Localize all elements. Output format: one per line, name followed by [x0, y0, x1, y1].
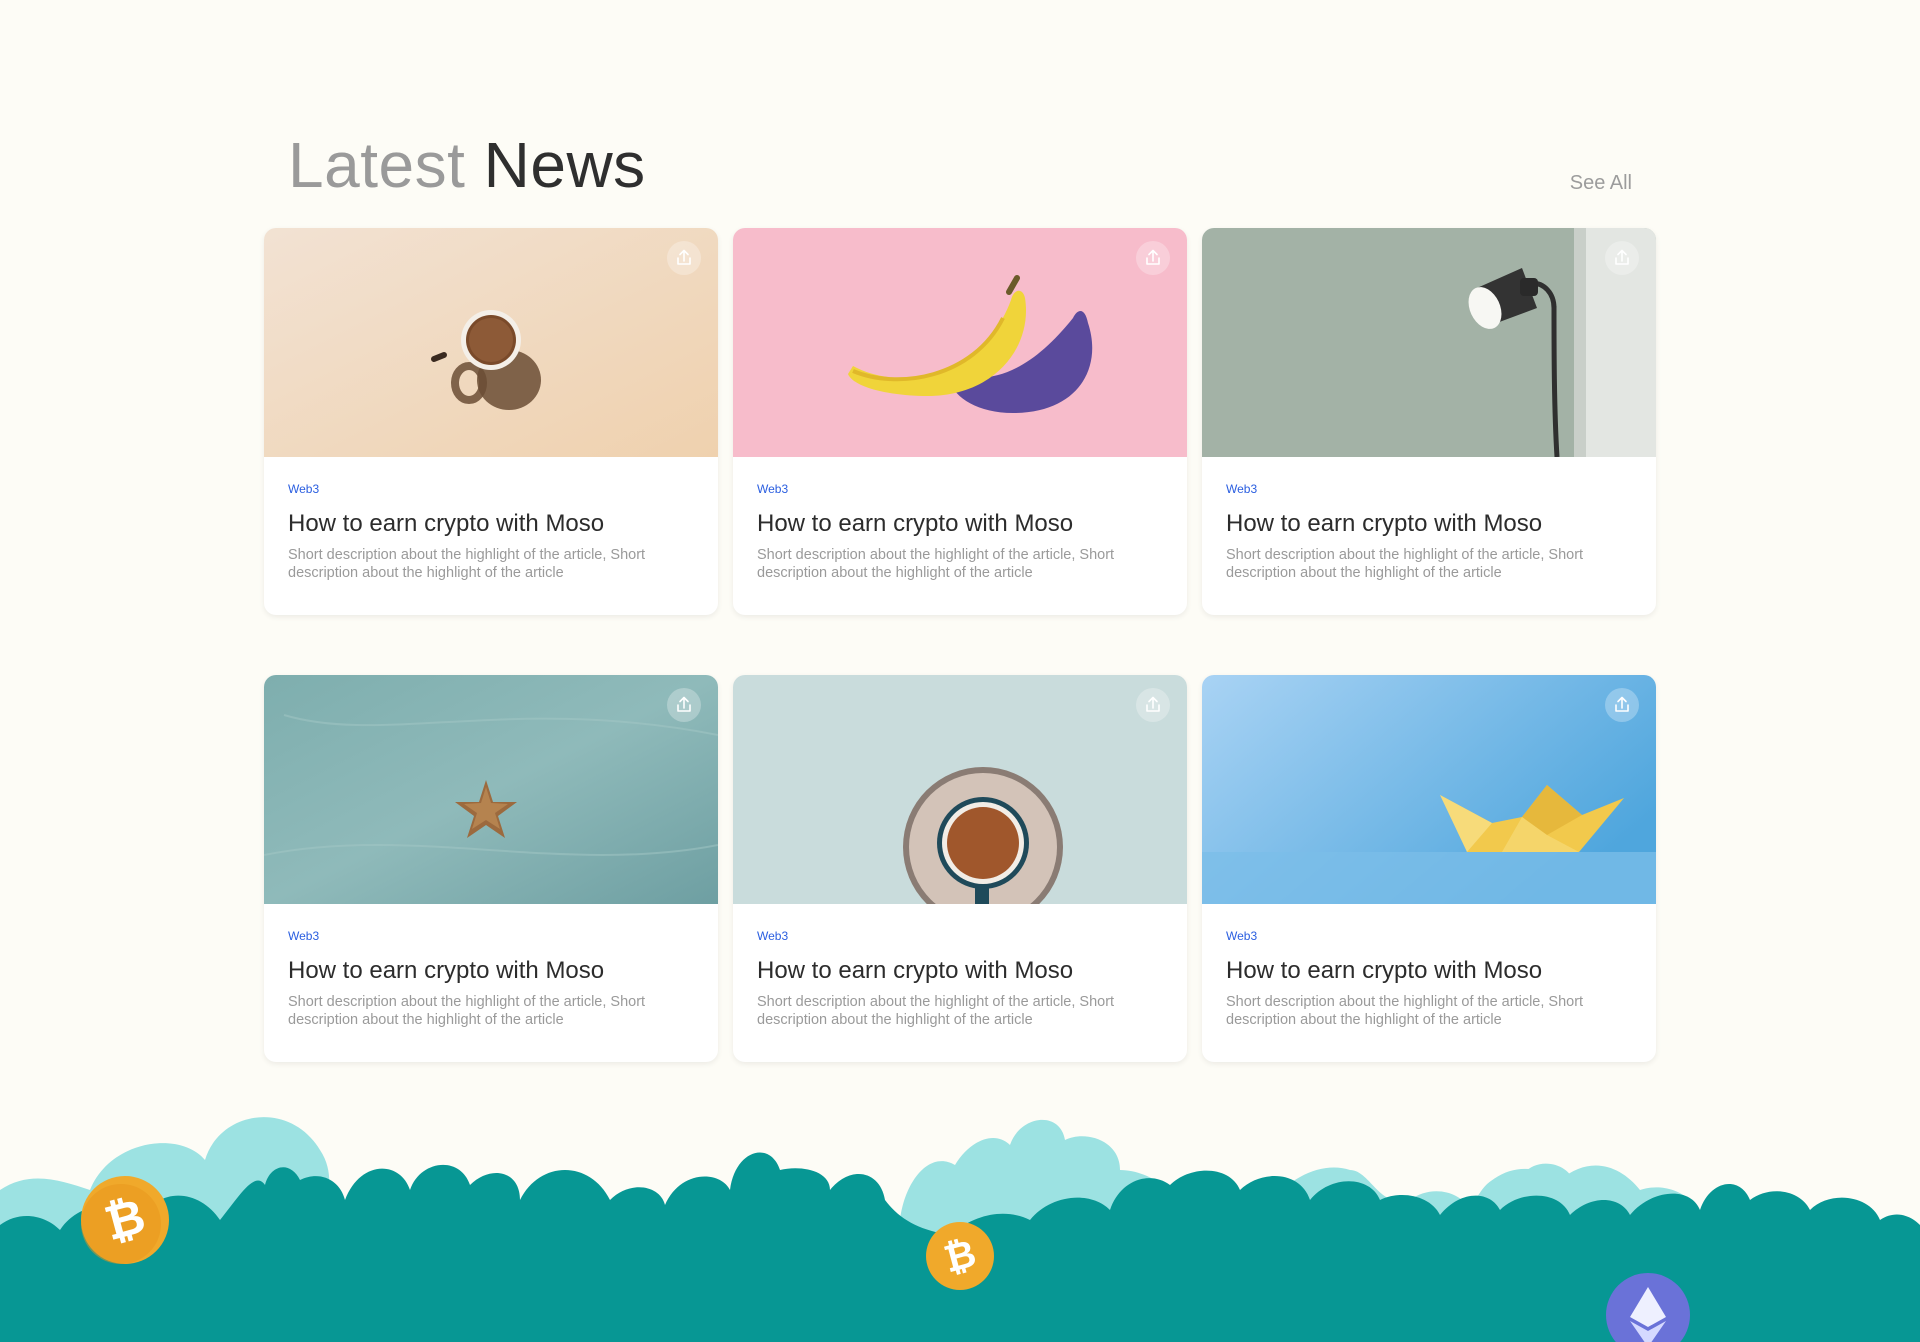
card-body: Web3 How to earn crypto with Moso Short …: [264, 457, 718, 582]
latest-news-section: Latest News See All Web3 How to earn cry…: [264, 120, 1656, 1062]
share-upload-icon: [1615, 249, 1629, 265]
card-image-coffee-cup[interactable]: [733, 675, 1187, 904]
share-upload-icon: [677, 249, 691, 265]
share-upload-icon: [1615, 696, 1629, 712]
card-title[interactable]: How to earn crypto with Moso: [288, 510, 694, 538]
card-description: Short description about the highlight of…: [288, 994, 646, 1028]
see-all-link[interactable]: See All: [1570, 172, 1632, 195]
share-upload-icon: [677, 696, 691, 712]
share-button[interactable]: [667, 241, 701, 275]
title-light-word: Latest: [288, 129, 466, 201]
paper-boat-photo: [1202, 675, 1656, 904]
starfish-photo: [264, 675, 718, 904]
floor-lamp-photo: [1202, 228, 1656, 457]
section-header: Latest News See All: [264, 120, 1656, 228]
news-card[interactable]: Web3 How to earn crypto with Moso Short …: [733, 675, 1187, 1062]
card-tag[interactable]: Web3: [1226, 929, 1632, 943]
card-description: Short description about the highlight of…: [1226, 994, 1584, 1028]
share-button[interactable]: [1136, 688, 1170, 722]
card-tag[interactable]: Web3: [1226, 482, 1632, 496]
card-title[interactable]: How to earn crypto with Moso: [1226, 510, 1632, 538]
banana-photo: [733, 228, 1187, 457]
card-title[interactable]: How to earn crypto with Moso: [288, 957, 694, 985]
bitcoin-coin-icon: ₿: [81, 1176, 169, 1264]
card-tag[interactable]: Web3: [288, 482, 694, 496]
card-body: Web3 How to earn crypto with Moso Short …: [733, 904, 1187, 1029]
bitcoin-coin-icon: ₿: [926, 1222, 994, 1290]
news-card[interactable]: Web3 How to earn crypto with Moso Short …: [264, 675, 718, 1062]
card-body: Web3 How to earn crypto with Moso Short …: [733, 457, 1187, 582]
title-dark-word: News: [483, 129, 646, 201]
share-upload-icon: [1146, 249, 1160, 265]
card-body: Web3 How to earn crypto with Moso Short …: [1202, 904, 1656, 1029]
card-image-paper-boat[interactable]: [1202, 675, 1656, 904]
share-upload-icon: [1146, 696, 1160, 712]
foliage-decoration: ₿ ₿: [0, 1117, 1920, 1342]
share-button[interactable]: [1605, 688, 1639, 722]
card-tag[interactable]: Web3: [757, 482, 1163, 496]
card-tag[interactable]: Web3: [757, 929, 1163, 943]
card-body: Web3 How to earn crypto with Moso Short …: [264, 904, 718, 1029]
coffee-mug-photo: [264, 228, 718, 457]
share-button[interactable]: [1136, 241, 1170, 275]
card-title[interactable]: How to earn crypto with Moso: [757, 957, 1163, 985]
card-description: Short description about the highlight of…: [1226, 547, 1584, 581]
coffee-cup-photo: [733, 675, 1187, 904]
card-image-coffee-mug[interactable]: [264, 228, 718, 457]
share-button[interactable]: [1605, 241, 1639, 275]
card-title[interactable]: How to earn crypto with Moso: [1226, 957, 1632, 985]
card-description: Short description about the highlight of…: [757, 547, 1115, 581]
news-card[interactable]: Web3 How to earn crypto with Moso Short …: [1202, 675, 1656, 1062]
card-image-floor-lamp[interactable]: [1202, 228, 1656, 457]
news-card[interactable]: Web3 How to earn crypto with Moso Short …: [1202, 228, 1656, 615]
card-tag[interactable]: Web3: [288, 929, 694, 943]
card-image-banana[interactable]: [733, 228, 1187, 457]
news-card[interactable]: Web3 How to earn crypto with Moso Short …: [264, 228, 718, 615]
section-title: Latest News: [288, 125, 646, 205]
card-description: Short description about the highlight of…: [288, 547, 646, 581]
card-title[interactable]: How to earn crypto with Moso: [757, 510, 1163, 538]
news-grid: Web3 How to earn crypto with Moso Short …: [264, 228, 1656, 1062]
card-image-starfish[interactable]: [264, 675, 718, 904]
card-description: Short description about the highlight of…: [757, 994, 1115, 1028]
share-button[interactable]: [667, 688, 701, 722]
card-body: Web3 How to earn crypto with Moso Short …: [1202, 457, 1656, 582]
news-card[interactable]: Web3 How to earn crypto with Moso Short …: [733, 228, 1187, 615]
